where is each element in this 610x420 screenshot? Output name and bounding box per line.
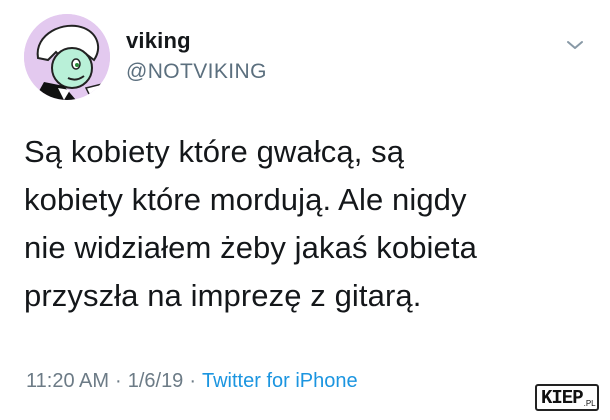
avatar[interactable] — [24, 14, 110, 100]
watermark-main: KIEP — [541, 387, 584, 409]
author-display-name[interactable]: viking — [126, 28, 191, 54]
tweet-time[interactable]: 11:20 AM — [26, 370, 109, 392]
watermark-suffix: .PL — [583, 399, 596, 408]
meta-separator: · — [115, 370, 122, 392]
chevron-down-icon[interactable] — [564, 36, 586, 54]
tweet-meta: 11:20 AM · 1/6/19 · Twitter for iPhone — [26, 370, 358, 393]
tweet-card: viking @NOTVIKING Są kobiety które gwałc… — [0, 0, 610, 420]
tweet-date[interactable]: 1/6/19 — [128, 370, 184, 392]
tweet-text: Są kobiety które gwałcą, są kobiety któr… — [24, 134, 477, 313]
tweet-source-link[interactable]: Twitter for iPhone — [202, 370, 358, 392]
meta-separator: · — [189, 370, 196, 392]
avatar-cartoon-icon — [24, 14, 110, 100]
watermark-logo: KIEP .PL — [535, 384, 599, 411]
author-handle[interactable]: @NOTVIKING — [126, 60, 267, 84]
